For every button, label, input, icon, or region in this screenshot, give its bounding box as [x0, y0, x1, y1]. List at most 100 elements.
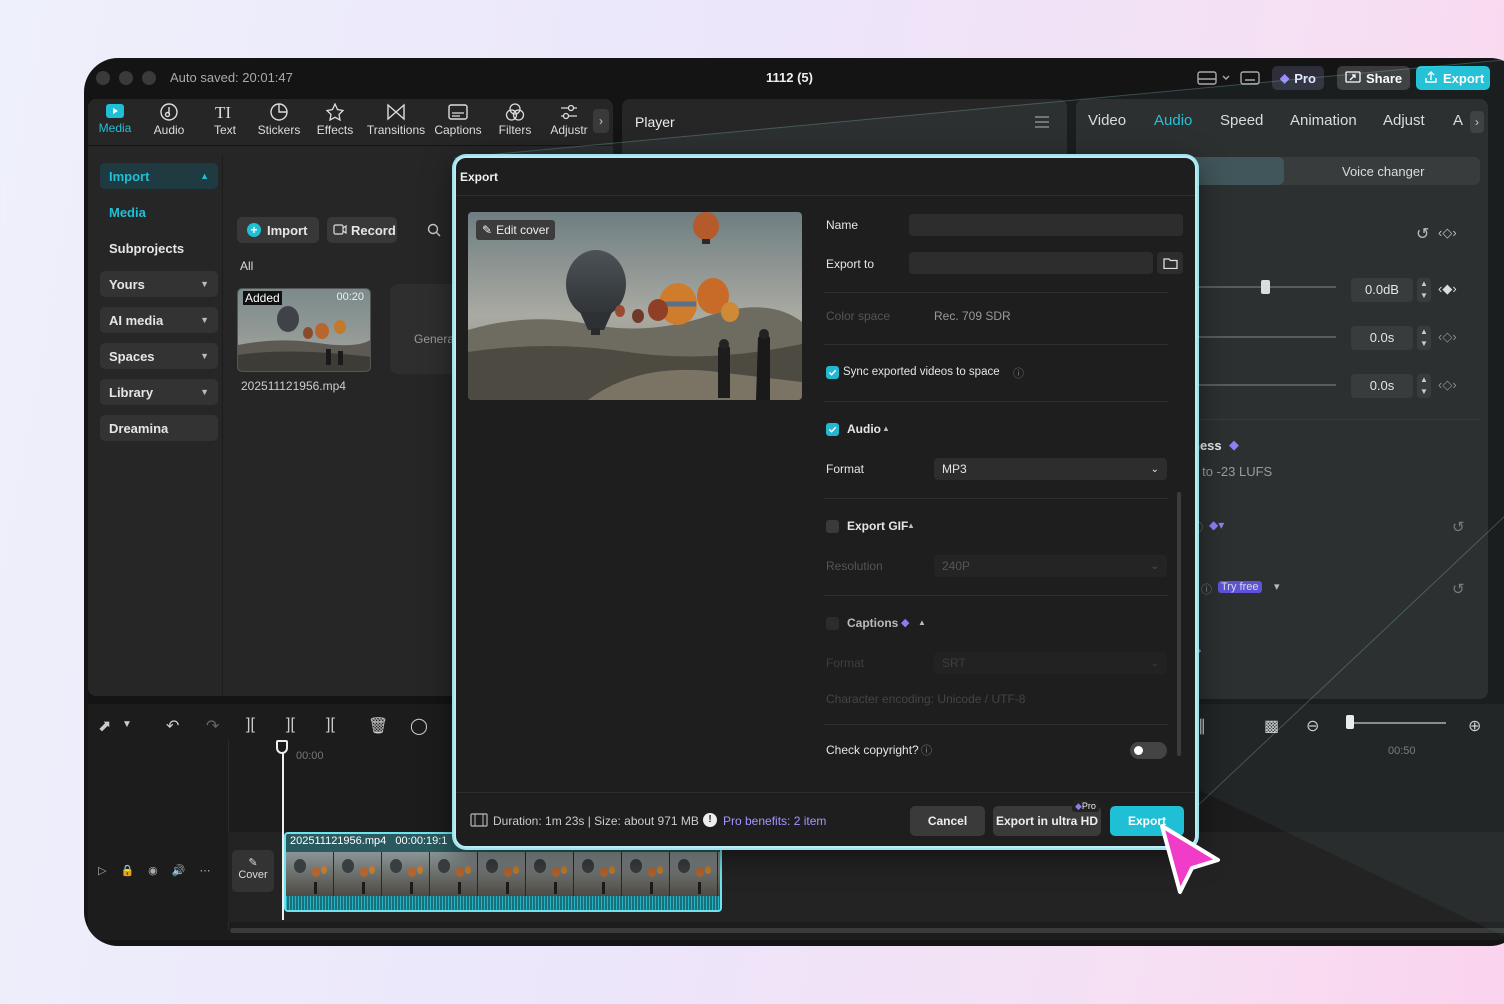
- color-space-label: Color space: [826, 309, 891, 323]
- sidebar-item-label: Dreamina: [109, 420, 169, 436]
- export-dialog: Export ✎ Edit cover Name Export to Color…: [454, 156, 1197, 848]
- sidebar-item-label: Spaces: [109, 348, 155, 364]
- divider: [824, 498, 1168, 499]
- chevron-down-icon: ▼: [200, 315, 209, 325]
- split-icon[interactable]: ][: [246, 716, 255, 734]
- playhead-handle[interactable]: [276, 740, 288, 754]
- media-clip-thumbnail[interactable]: Added 00:20: [237, 288, 371, 372]
- trim-right-icon[interactable]: ][: [326, 716, 335, 734]
- effects-icon: [325, 103, 345, 121]
- playhead[interactable]: [282, 740, 284, 920]
- divider: [824, 344, 1168, 345]
- generate-card[interactable]: Genera: [390, 284, 460, 374]
- tool-effects[interactable]: Effects: [309, 103, 361, 137]
- sidebar-item-label: Media: [109, 204, 146, 220]
- check-copyright-label: Check copyright?: [826, 743, 919, 757]
- stickers-icon: [270, 103, 288, 121]
- chevron-down-icon: ⌄: [1150, 657, 1159, 669]
- tool-label: Transitions: [366, 123, 426, 137]
- chevron-up-icon[interactable]: ▲: [918, 618, 926, 627]
- pencil-icon: ✎: [482, 223, 493, 237]
- sidebar-item-spaces[interactable]: Spaces ▼: [100, 343, 218, 369]
- edit-cover-button[interactable]: ✎ Edit cover: [476, 220, 556, 240]
- clip-label: 202511121956.mp4 00:00:19:1: [290, 835, 448, 847]
- cancel-button[interactable]: Cancel: [910, 806, 985, 836]
- redo-icon[interactable]: ↷: [206, 716, 219, 736]
- record-button[interactable]: Record: [327, 217, 397, 243]
- minimize-window-button[interactable]: [119, 71, 133, 85]
- audio-checkbox[interactable]: [826, 423, 839, 436]
- delete-icon[interactable]: 🗑: [368, 716, 388, 736]
- encoding-row: Character encoding: Unicode / UTF-8: [826, 692, 1026, 706]
- audio-format-value: MP3: [942, 462, 967, 476]
- sidebar-item-library[interactable]: Library ▼: [100, 379, 218, 405]
- clip-duration: 00:20: [336, 291, 364, 303]
- cover-preview[interactable]: ✎ Edit cover: [468, 212, 802, 400]
- cover-button[interactable]: ✎ Cover: [232, 850, 274, 892]
- svg-text:TI: TI: [215, 103, 231, 121]
- footer-divider: [456, 792, 1195, 793]
- settings-scrollbar[interactable]: [1177, 492, 1181, 756]
- sidebar-item-dreamina[interactable]: Dreamina: [100, 415, 218, 441]
- folder-button[interactable]: [1157, 252, 1183, 274]
- tool-media[interactable]: Media: [89, 103, 141, 135]
- sidebar-item-media[interactable]: Media: [100, 199, 218, 225]
- chevron-up-icon[interactable]: ▲: [907, 521, 915, 530]
- tool-text[interactable]: TI Text: [199, 103, 251, 137]
- tool-transitions[interactable]: Transitions: [366, 103, 426, 137]
- maximize-window-button[interactable]: [142, 71, 156, 85]
- captions-format-select[interactable]: SRT ⌄: [934, 652, 1167, 674]
- track-controls[interactable]: ▷🔒◉🔊⋯: [98, 864, 224, 877]
- sidebar-item-label: Subprojects: [109, 240, 185, 256]
- import-label: Import: [267, 222, 308, 238]
- trim-left-icon[interactable]: ][: [286, 716, 295, 734]
- pro-tag: ◆Pro: [1072, 800, 1099, 812]
- duration-size-info: Duration: 1m 23s | Size: about 971 MB: [493, 814, 699, 828]
- tool-label: Media: [98, 121, 132, 135]
- tool-label: Stickers: [257, 123, 301, 137]
- sidebar-item-label: Library: [109, 384, 154, 400]
- help-icon[interactable]: ⓘ: [921, 742, 932, 758]
- export-gif-checkbox[interactable]: [826, 520, 839, 533]
- captions-format-label: Format: [826, 656, 865, 670]
- diamond-icon: ◆: [1075, 801, 1082, 811]
- check-icon: [828, 369, 837, 376]
- audio-section-label: Audio: [847, 422, 881, 436]
- sidebar-item-subprojects[interactable]: Subprojects: [100, 235, 218, 261]
- sidebar-item-ai-media[interactable]: AI media ▼: [100, 307, 218, 333]
- import-button[interactable]: + Import: [237, 217, 319, 243]
- color-space-value: Rec. 709 SDR: [934, 309, 1011, 323]
- tool-audio[interactable]: Audio: [143, 103, 195, 137]
- search-icon[interactable]: [427, 223, 441, 242]
- ultra-hd-label: Export in ultra HD: [995, 814, 1098, 828]
- chevron-down-icon: ⌄: [1150, 463, 1159, 475]
- copyright-toggle[interactable]: [1130, 742, 1167, 759]
- sidebar-item-import[interactable]: Import ▲: [100, 163, 218, 189]
- pro-benefits-link[interactable]: Pro benefits: 2 item: [723, 814, 826, 828]
- select-cursor-icon[interactable]: ⬈: [98, 716, 111, 736]
- resolution-select[interactable]: 240P ⌄: [934, 555, 1167, 577]
- audio-format-select[interactable]: MP3 ⌄: [934, 458, 1167, 480]
- tool-stickers[interactable]: Stickers: [253, 103, 305, 137]
- filter-all[interactable]: All: [240, 259, 253, 273]
- close-window-button[interactable]: [96, 71, 110, 85]
- name-input[interactable]: [909, 214, 1183, 236]
- sync-checkbox[interactable]: [826, 366, 839, 379]
- marker-icon[interactable]: ◯: [410, 716, 428, 736]
- help-icon[interactable]: ⓘ: [1013, 365, 1024, 381]
- chevron-up-icon[interactable]: ▲: [882, 424, 890, 433]
- cover-label: Cover: [238, 869, 268, 881]
- media-clip-name: 202511121956.mp4: [241, 379, 346, 393]
- chevron-down-icon: ⌄: [1150, 560, 1159, 572]
- mouse-pointer-icon: [1160, 824, 1220, 894]
- record-label: Record: [351, 222, 396, 238]
- captions-checkbox[interactable]: [826, 617, 839, 630]
- sidebar-item-yours[interactable]: Yours ▼: [100, 271, 218, 297]
- export-path-input[interactable]: [909, 252, 1153, 274]
- edit-icon: ✎: [248, 857, 258, 869]
- chevron-down-icon: ▼: [200, 279, 209, 289]
- undo-icon[interactable]: ↶: [166, 716, 179, 736]
- chevron-down-icon[interactable]: ▼: [122, 719, 132, 730]
- divider: [824, 292, 1168, 293]
- name-label: Name: [826, 218, 859, 232]
